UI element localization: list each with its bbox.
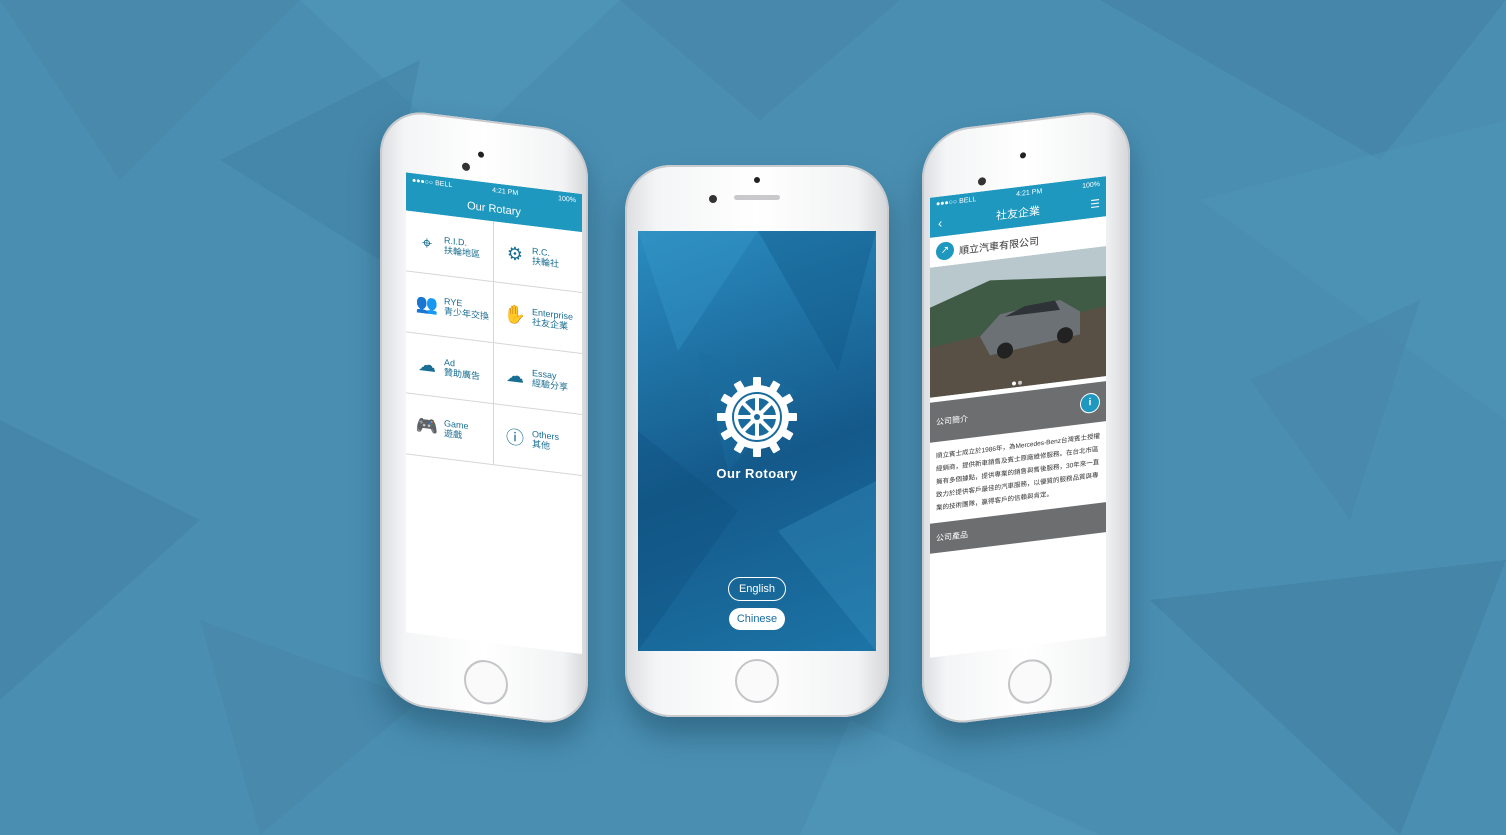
rotary-wheel-logo: [717, 377, 797, 457]
menu-item[interactable]: ☁ Essay 經驗分享: [494, 343, 582, 416]
home-button[interactable]: [464, 657, 508, 707]
splash-screen: Our Rotoary English Chinese: [638, 231, 876, 651]
menu-item-label: Essay 經驗分享: [532, 368, 568, 392]
phone-sensor: [754, 177, 760, 183]
page-title: 社友企業: [996, 205, 1040, 223]
phone-sensor: [478, 151, 484, 158]
menu-item[interactable]: ☁ Ad 贊助廣告: [406, 332, 494, 405]
phone-camera: [978, 176, 986, 186]
menu-item[interactable]: ⌖ R.I.D. 扶輪地區: [406, 210, 494, 283]
menu-item[interactable]: 👥 RYE 青少年交換: [406, 271, 494, 344]
cloud-essay-icon: ☁: [506, 364, 524, 387]
menu-item[interactable]: ⓘ Others 其他: [494, 404, 582, 477]
phone-camera: [462, 162, 470, 172]
info-icon[interactable]: i: [1080, 391, 1100, 415]
menu-icon[interactable]: ☰: [1090, 191, 1100, 218]
menu-item[interactable]: ✋ Enterprise 社友企業: [494, 282, 582, 355]
menu-item-label: Enterprise 社友企業: [532, 307, 573, 332]
home-button[interactable]: [1008, 656, 1052, 707]
phone-earpiece: [734, 195, 780, 200]
phone-sensor: [1020, 152, 1026, 159]
info-icon: ⓘ: [506, 426, 524, 449]
center-phone: Our Rotoary English Chinese: [625, 165, 889, 717]
home-button[interactable]: [735, 659, 779, 703]
menu-item-label: Others 其他: [532, 429, 559, 452]
menu-item[interactable]: 🎮 Game 遊戲: [406, 393, 494, 466]
cloud-ad-icon: ☁: [418, 353, 436, 376]
left-phone: ●●●○○ BELL 4:21 PM 100% Our Rotary ⌖ R.I.…: [380, 107, 588, 728]
english-button[interactable]: English: [728, 577, 786, 601]
menu-item-label: R.I.D. 扶輪地區: [444, 235, 480, 259]
menu-item-label: RYE 青少年交換: [444, 296, 489, 322]
people-icon: 👥: [415, 292, 439, 315]
handshake-icon: ✋: [503, 302, 527, 326]
product-image: [930, 246, 1106, 398]
menu-item-label: Game 遊戲: [444, 418, 469, 441]
menu-grid: ⌖ R.I.D. 扶輪地區 ⚙ R.C. 扶輪社 👥 RYE 青少年交換 ✋ Enterprise 社…: [406, 210, 582, 477]
menu-item-label: Ad 贊助廣告: [444, 357, 480, 381]
menu-item-label: R.C. 扶輪社: [532, 246, 559, 269]
back-arrow-icon[interactable]: ‹: [938, 210, 942, 237]
phone-camera: [709, 195, 717, 203]
left-screen: ●●●○○ BELL 4:21 PM 100% Our Rotary ⌖ R.I.…: [406, 172, 582, 655]
right-screen: ●●●○○ BELL 4:21 PM 100% ‹ 社友企業 ☰ ↗ 順立汽車有…: [930, 176, 1106, 658]
gamepad-icon: 🎮: [415, 414, 439, 437]
page-title: Our Rotary: [467, 199, 521, 219]
chinese-button[interactable]: Chinese: [729, 608, 785, 630]
company-name: 順立汽車有限公司: [959, 235, 1039, 257]
company-logo-icon: ↗: [936, 240, 954, 262]
map-pin-icon: ⌖: [421, 231, 433, 254]
menu-item-subtitle: 扶輪社: [532, 255, 560, 270]
app-name: Our Rotoary: [716, 466, 798, 481]
menu-item[interactable]: ⚙ R.C. 扶輪社: [494, 221, 582, 294]
right-phone: ●●●○○ BELL 4:21 PM 100% ‹ 社友企業 ☰ ↗ 順立汽車有…: [922, 107, 1130, 728]
gear-wheel-icon: ⚙: [506, 242, 524, 265]
